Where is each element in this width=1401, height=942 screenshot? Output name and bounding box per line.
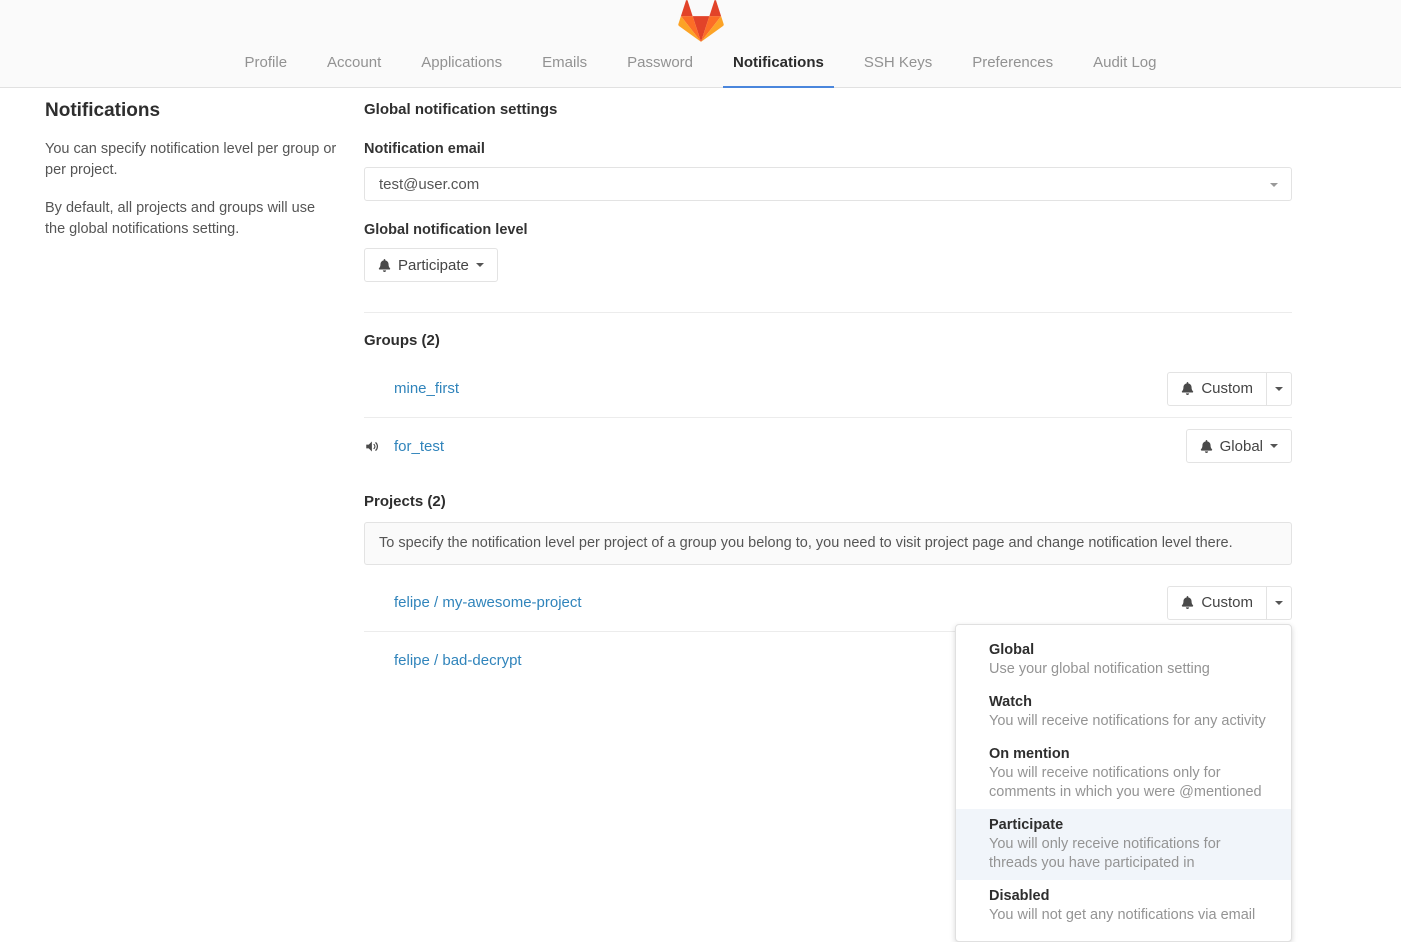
dropdown-item-participate[interactable]: Participate You will only receive notifi… (956, 809, 1291, 880)
global-settings-heading: Global notification settings (364, 100, 1292, 120)
tab-notifications[interactable]: Notifications (723, 42, 834, 88)
group-link-mine-first[interactable]: mine_first (394, 380, 459, 397)
group-link-for-test[interactable]: for_test (394, 438, 444, 455)
dropdown-item-description: You will receive notifications for any a… (989, 712, 1271, 731)
dropdown-item-on-mention[interactable]: On mention You will receive notification… (956, 738, 1291, 809)
tab-applications[interactable]: Applications (411, 42, 512, 88)
project-link-bad-decrypt[interactable]: felipe / bad-decrypt (394, 652, 522, 669)
group-mine-first-level-control: Custom (1167, 372, 1292, 406)
groups-list: mine_first Custom (364, 360, 1292, 474)
dropdown-item-watch[interactable]: Watch You will receive notifications for… (956, 686, 1291, 738)
dropdown-item-disabled[interactable]: Disabled You will not get any notificati… (956, 880, 1291, 932)
tab-emails[interactable]: Emails (532, 42, 597, 88)
notification-email-select[interactable]: test@user.com (364, 167, 1292, 201)
tab-audit-log[interactable]: Audit Log (1083, 42, 1166, 88)
settings-header: Profile Account Applications Emails Pass… (0, 0, 1401, 88)
project-row-my-awesome-project: felipe / my-awesome-project Custom (364, 574, 1292, 631)
dropdown-item-description: You will receive notifications only for … (989, 764, 1271, 802)
gitlab-logo-link[interactable] (678, 0, 724, 42)
sidebar-description: Notifications You can specify notificati… (45, 88, 337, 688)
group-mine-first-level-value: Custom (1201, 381, 1253, 396)
notification-settings-main: Global notification settings Notificatio… (364, 88, 1292, 688)
dropdown-item-title: Participate (989, 816, 1271, 835)
chevron-down-icon (1270, 183, 1278, 187)
global-notification-level-value: Participate (398, 258, 469, 273)
bell-icon (1200, 440, 1213, 453)
dropdown-item-description: You will not get any notifications via e… (989, 906, 1271, 925)
dropdown-item-description: You will only receive notifications for … (989, 835, 1271, 873)
sidebar-paragraph: You can specify notification level per g… (45, 139, 337, 181)
profile-settings-nav: Profile Account Applications Emails Pass… (0, 42, 1401, 88)
projects-notice: To specify the notification level per pr… (364, 522, 1292, 565)
group-for-test-level-value: Global (1220, 439, 1263, 454)
global-notification-level-button[interactable]: Participate (364, 248, 498, 282)
project-my-awesome-project-level-button[interactable]: Custom (1167, 586, 1267, 620)
sidebar-paragraph: By default, all projects and groups will… (45, 198, 337, 240)
bell-icon (1181, 382, 1194, 395)
dropdown-item-title: Watch (989, 693, 1271, 712)
notification-email-value: test@user.com (379, 176, 479, 193)
caret-down-icon (1275, 601, 1283, 605)
bell-icon (378, 259, 391, 272)
global-notification-level-label: Global notification level (364, 221, 1292, 240)
group-for-test-level-button[interactable]: Global (1186, 429, 1292, 463)
notification-email-label: Notification email (364, 140, 1292, 159)
group-row-for-test: for_test Global (364, 417, 1292, 474)
bell-icon (1181, 596, 1194, 609)
volume-up-icon (364, 439, 394, 454)
groups-heading: Groups (2) (364, 331, 1292, 351)
projects-list: felipe / my-awesome-project Custom (364, 574, 1292, 688)
notification-level-dropdown: Global Use your global notification sett… (955, 624, 1292, 942)
dropdown-item-global[interactable]: Global Use your global notification sett… (956, 634, 1291, 686)
tab-password[interactable]: Password (617, 42, 703, 88)
group-mine-first-level-button[interactable]: Custom (1167, 372, 1267, 406)
tab-preferences[interactable]: Preferences (962, 42, 1063, 88)
dropdown-item-description: Use your global notification setting (989, 660, 1271, 679)
tab-profile[interactable]: Profile (235, 42, 298, 88)
group-row-mine-first: mine_first Custom (364, 360, 1292, 417)
projects-heading: Projects (2) (364, 492, 1292, 512)
project-my-awesome-project-level-value: Custom (1201, 595, 1253, 610)
project-my-awesome-project-level-caret-button[interactable] (1266, 586, 1292, 620)
dropdown-item-title: Disabled (989, 887, 1271, 906)
dropdown-item-title: Global (989, 641, 1271, 660)
caret-down-icon (1275, 387, 1283, 391)
caret-down-icon (476, 263, 484, 267)
group-mine-first-level-caret-button[interactable] (1266, 372, 1292, 406)
gitlab-tanuki-logo-icon (678, 0, 724, 42)
dropdown-item-title: On mention (989, 745, 1271, 764)
tab-account[interactable]: Account (317, 42, 391, 88)
caret-down-icon (1270, 444, 1278, 448)
page-title: Notifications (45, 100, 337, 122)
section-divider (364, 312, 1292, 313)
project-my-awesome-project-level-control: Custom (1167, 586, 1292, 620)
project-link-my-awesome-project[interactable]: felipe / my-awesome-project (394, 594, 582, 611)
tab-ssh-keys[interactable]: SSH Keys (854, 42, 942, 88)
